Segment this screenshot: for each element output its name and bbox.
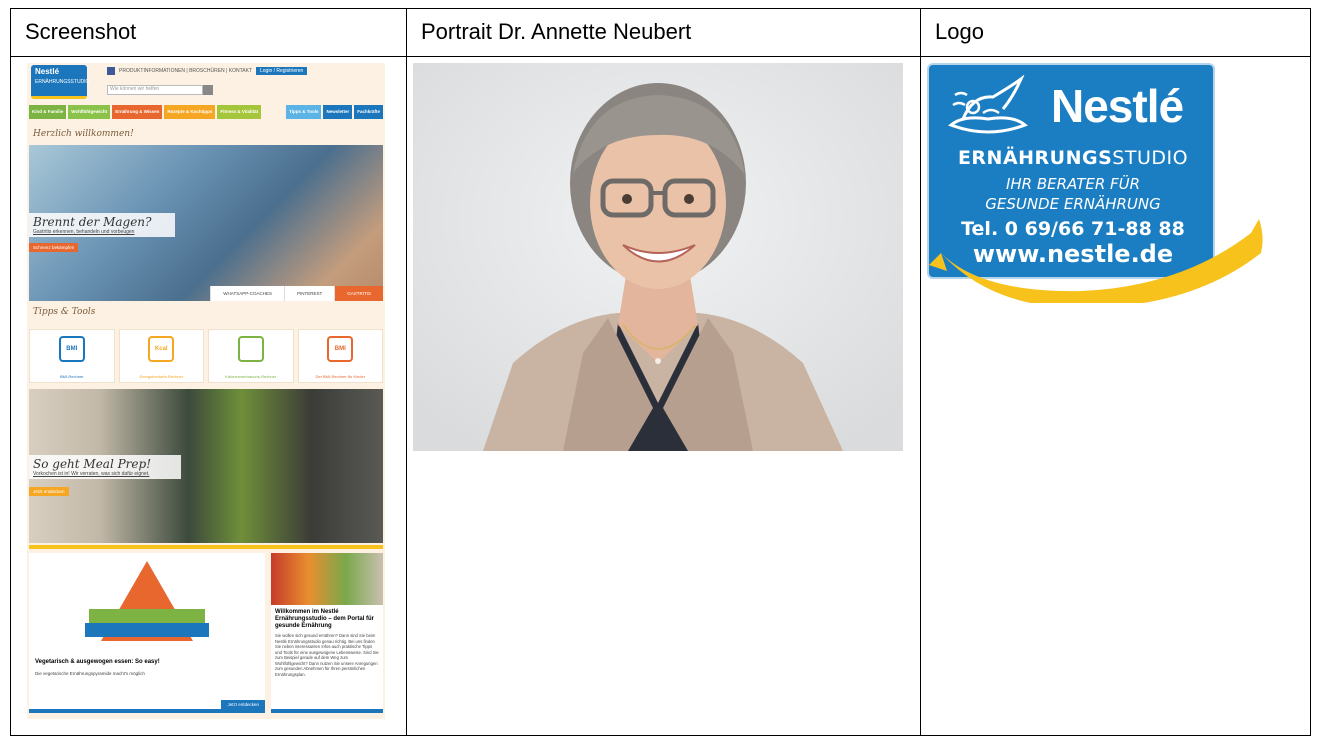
portal-teaser: Willkommen im Nestlé Ernährungsstudio – … (271, 553, 383, 713)
login-button: Login / Registrieren (255, 67, 308, 75)
hero-tab-active: GASTRITIS (334, 286, 383, 301)
header-logo: Logo (920, 8, 1311, 57)
hero-banner-mealprep: So geht Meal Prep! Vorkochen ist in! Wir… (29, 389, 383, 543)
nav-item: Ernährung & Wissen (112, 105, 163, 119)
pyramid-button: Jetzt entdecken (221, 700, 265, 709)
logo-studio-bold: ERNÄHRUNGS (957, 147, 1113, 169)
nav-item: Kind & Familie (29, 105, 67, 119)
content-row: Nestlé ERNÄHRUNGSSTUDIO PRODUKTINFORMATIO… (10, 56, 1311, 736)
logo-studio: ERNÄHRUNGSSTUDIO (929, 147, 1217, 169)
main-nav: Kind & Familie Wohlfühlgewicht Ernährung &… (29, 105, 383, 119)
logo-brand: Nestlé (1051, 80, 1184, 132)
website-screenshot: Nestlé ERNÄHRUNGSSTUDIO PRODUKTINFORMATIO… (27, 63, 385, 719)
portal-text: Sie wollen sich gesund ernähren? Dann si… (275, 633, 379, 677)
tool-icon: BMI (58, 336, 85, 362)
top-links: PRODUKTINFORMATIONEN | BROSCHÜREN | KONT… (107, 67, 308, 75)
hero-banner-gastritis: Brennt der Magen? Gastritis erkennen, be… (29, 145, 383, 301)
site-header: Nestlé ERNÄHRUNGSSTUDIO PRODUKTINFORMATIO… (27, 63, 385, 99)
nestle-logo: Nestlé ERNÄHRUNGSSTUDIO IHR BERATER FÜR … (927, 63, 1263, 303)
hero-title: Brennt der Magen? (33, 215, 152, 229)
tool-label: BMI-Rechner (59, 374, 84, 379)
pyramid-teaser: Vegetarisch & ausgewogen essen: So easy!… (29, 553, 265, 713)
hero-tab: WHATSAPP-COACHES (210, 286, 284, 301)
tool-card: BMI BMI-Rechner (29, 329, 115, 383)
tool-label: Energiebedarfs-Rechner (139, 374, 184, 379)
tools-row: BMI BMI-Rechner Kcal Energiebedarfs-Rechner… (29, 329, 383, 383)
hero-subtitle: Gastritis erkennen, behandeln und vorbeu… (33, 229, 135, 235)
pyramid-layer (89, 609, 205, 623)
tool-card: BMI Der BMI-Rechner für Kinder (297, 329, 383, 383)
tool-label: Kalorienverbrauchs-Rechner (225, 374, 277, 379)
nav-item: Newsletter (323, 105, 353, 119)
portrait-cell (406, 56, 921, 736)
hero-label: Brennt der Magen? Gastritis erkennen, be… (29, 213, 175, 237)
top-links-text: PRODUKTINFORMATIONEN | BROSCHÜREN | KONT… (119, 68, 252, 74)
hero-button: Schmerz bekämpfen (29, 243, 79, 252)
divider-bar (29, 545, 383, 549)
logo-studio-light: STUDIO (1112, 147, 1189, 169)
tool-icon: Kcal (148, 336, 175, 362)
nav-spacer (263, 105, 284, 119)
nav-item: Fitness & Vitalität (217, 105, 262, 119)
tool-icon (237, 336, 264, 362)
pyramid-subtitle: Die vegetarische Ernährungspyramide mach… (35, 671, 145, 676)
logo-tagline-2: GESUNDE ERNÄHRUNG (985, 195, 1161, 213)
tools-heading: Tipps & Tools (33, 307, 96, 317)
hero-tab: PINTEREST (283, 286, 335, 301)
logo-cell: Nestlé ERNÄHRUNGSSTUDIO IHR BERATER FÜR … (920, 56, 1311, 736)
yellow-swoosh-icon (929, 219, 1263, 303)
header-row: Screenshot Portrait Dr. Annette Neubert … (10, 8, 1311, 57)
header-screenshot: Screenshot (10, 8, 407, 57)
pyramid-layer (85, 623, 209, 637)
hero-subtitle: Vorkochen ist in! Wir verraten, was sich… (33, 471, 150, 477)
hero-label: So geht Meal Prep! Vorkochen ist in! Wir… (29, 455, 181, 479)
nav-item: Wohlfühlgewicht (68, 105, 111, 119)
hero-tabs: WHATSAPP-COACHES PINTEREST GASTRITIS (210, 286, 383, 301)
nav-item: Fachkräfte (354, 105, 383, 119)
bottom-section: Vegetarisch & ausgewogen essen: So easy!… (29, 553, 383, 713)
header-portrait: Portrait Dr. Annette Neubert (406, 8, 921, 57)
hero-title: So geht Meal Prep! (33, 457, 152, 471)
tool-card: Kcal Energiebedarfs-Rechner (118, 329, 204, 383)
portrait-photo (413, 63, 903, 451)
nest-birds-icon (948, 75, 1028, 134)
hero-button: Jetzt entdecken (29, 487, 69, 496)
pyramid-title: Vegetarisch & ausgewogen essen: So easy! (35, 659, 160, 665)
portal-title: Willkommen im Nestlé Ernährungsstudio – … (275, 609, 375, 629)
nav-item: Tipps & Tools (286, 105, 322, 119)
facebook-icon (107, 67, 115, 75)
screenshot-cell: Nestlé ERNÄHRUNGSSTUDIO PRODUKTINFORMATIO… (10, 56, 407, 736)
portrait-illustration (413, 63, 903, 451)
site-logo: Nestlé ERNÄHRUNGSSTUDIO (31, 65, 89, 99)
nav-item: Rezepte & Kochtipps (164, 105, 216, 119)
search-icon (203, 85, 213, 95)
food-image (271, 553, 383, 605)
document-table: Screenshot Portrait Dr. Annette Neubert … (10, 8, 1311, 736)
tool-label: Der BMI-Rechner für Kinder (315, 374, 366, 379)
tool-icon: BMI (327, 336, 354, 362)
welcome-heading: Herzlich willkommen! (33, 129, 134, 139)
tool-card: Kalorienverbrauchs-Rechner (208, 329, 294, 383)
search-input: Wie können wir helfen (107, 85, 203, 95)
logo-tagline-1: IHR BERATER FÜR (1005, 175, 1141, 193)
